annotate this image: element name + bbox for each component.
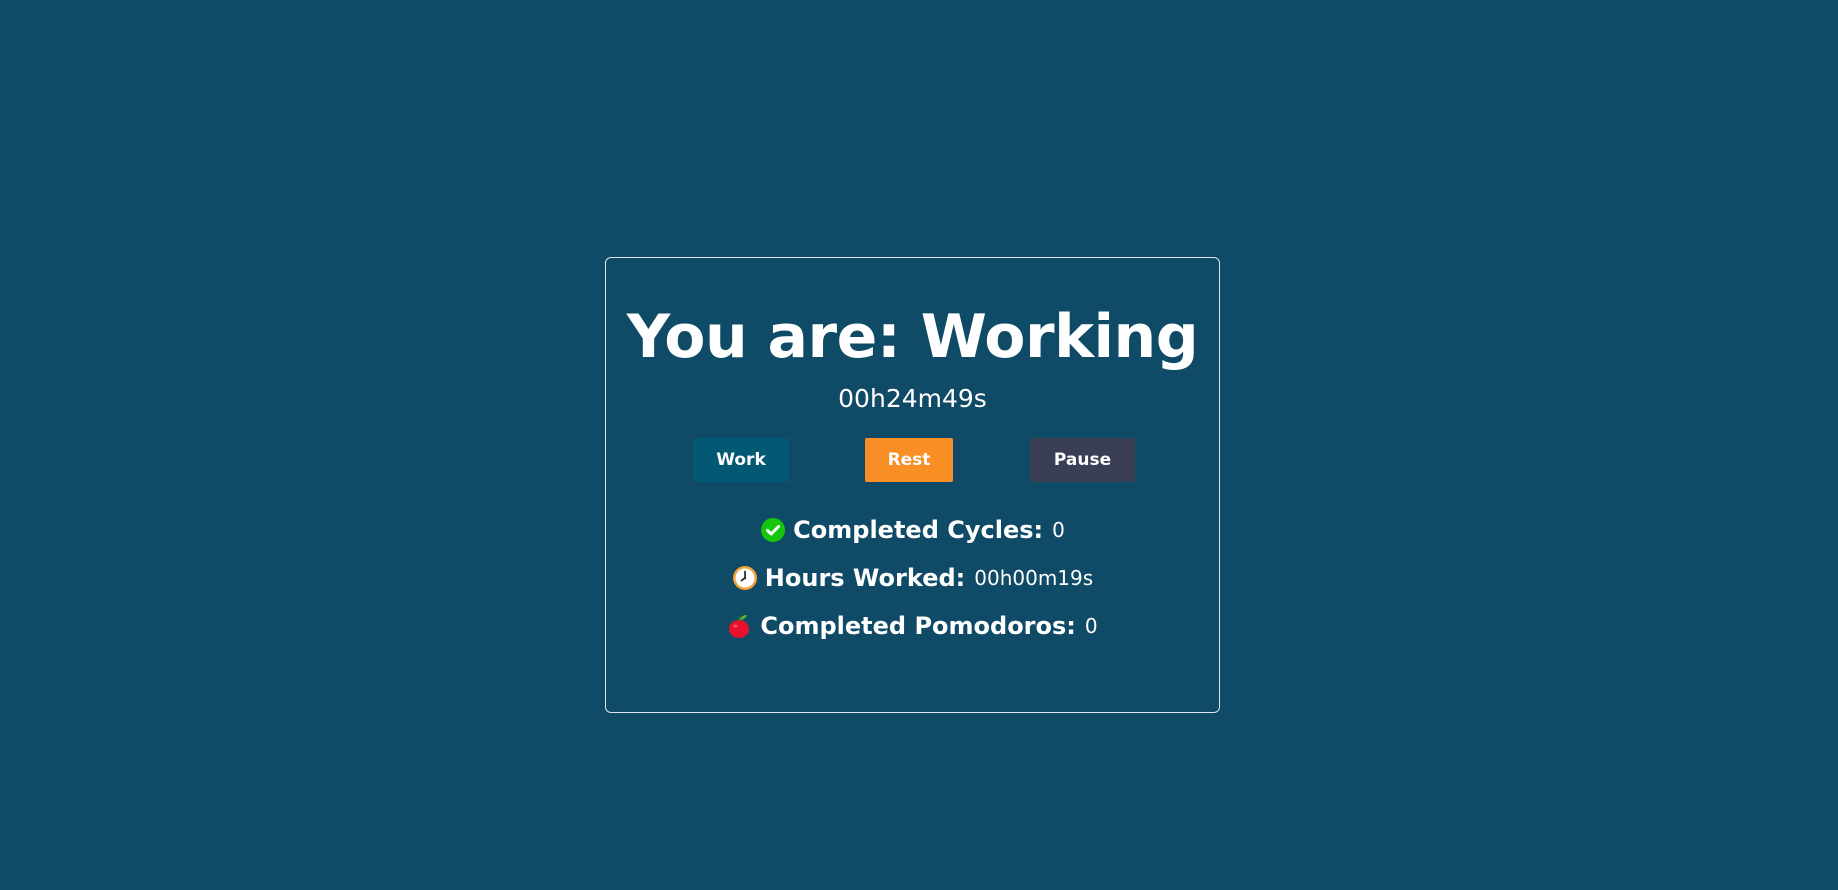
completed-cycles-value: 0 xyxy=(1052,518,1065,542)
check-circle-icon xyxy=(760,517,786,543)
button-row: Work Rest Pause xyxy=(606,438,1219,482)
rest-button[interactable]: Rest xyxy=(865,438,953,482)
tomato-icon xyxy=(727,613,753,639)
completed-cycles-stat: Completed Cycles: 0 xyxy=(606,514,1219,546)
hours-worked-stat: Hours Worked: 00h00m19s xyxy=(606,562,1219,594)
completed-pomodoros-value: 0 xyxy=(1084,614,1098,638)
timer-display: 00h24m49s xyxy=(838,384,987,413)
hours-worked-value: 00h00m19s xyxy=(974,566,1094,590)
work-button[interactable]: Work xyxy=(693,438,789,482)
pomodoro-card: You are: Working 00h24m49s Work Rest Pau… xyxy=(605,257,1220,713)
pause-button[interactable]: Pause xyxy=(1030,438,1135,482)
clock-icon xyxy=(732,565,758,591)
status-title: You are: Working xyxy=(626,302,1199,372)
completed-pomodoros-label: Completed Pomodoros: xyxy=(760,612,1076,640)
completed-pomodoros-stat: Completed Pomodoros: 0 xyxy=(606,610,1219,642)
completed-cycles-label: Completed Cycles: xyxy=(793,516,1044,544)
hours-worked-label: Hours Worked: xyxy=(764,564,966,592)
